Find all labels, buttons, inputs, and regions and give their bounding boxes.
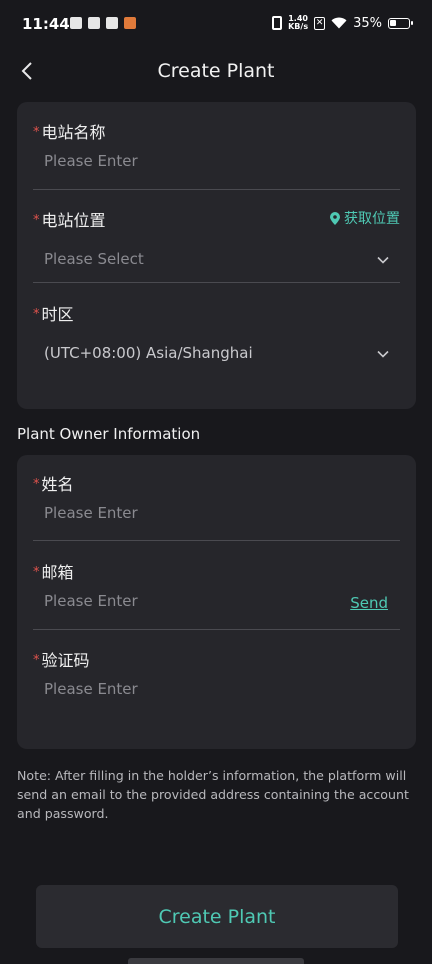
- divider: [33, 189, 400, 190]
- timezone-field[interactable]: * 时区 (UTC+08:00) Asia/Shanghai: [33, 301, 400, 371]
- plant-name-input[interactable]: Please Enter: [44, 152, 138, 170]
- verification-code-label: * 验证码: [33, 647, 90, 671]
- owner-name-label: * 姓名: [33, 471, 74, 495]
- chevron-down-icon[interactable]: [376, 253, 390, 267]
- owner-name-field[interactable]: * 姓名 Please Enter: [33, 471, 400, 542]
- divider: [33, 282, 400, 283]
- app-notification-icon: [88, 17, 100, 29]
- plant-location-select[interactable]: Please Select: [44, 250, 144, 268]
- plant-name-label-text: 电站名称: [41, 123, 106, 142]
- plant-location-field[interactable]: * 电站位置 获取位置 Please Select: [33, 207, 400, 283]
- plant-location-label-text: 电站位置: [41, 211, 106, 230]
- required-mark: *: [33, 213, 40, 228]
- timezone-label: * 时区: [33, 301, 74, 325]
- owner-info-card: * 姓名 Please Enter * 邮箱 Please Enter Send *…: [17, 455, 416, 749]
- required-mark: *: [33, 125, 40, 140]
- vibrate-icon: [272, 16, 283, 30]
- status-time: 11:44: [22, 15, 70, 33]
- verification-code-field[interactable]: * 验证码 Please Enter: [33, 647, 400, 707]
- get-location-button[interactable]: 获取位置: [330, 208, 400, 228]
- email-label: * 邮箱: [33, 559, 74, 583]
- page-title: Create Plant: [157, 60, 275, 82]
- network-speed-unit: KB/s: [288, 22, 309, 31]
- timezone-select[interactable]: (UTC+08:00) Asia/Shanghai: [44, 344, 253, 362]
- required-mark: *: [33, 477, 40, 492]
- chevron-down-icon[interactable]: [376, 347, 390, 361]
- owner-section-title: Plant Owner Information: [17, 425, 201, 443]
- email-input[interactable]: Please Enter: [44, 592, 138, 610]
- verification-code-label-text: 验证码: [41, 651, 90, 670]
- send-code-button[interactable]: Send: [350, 594, 388, 612]
- owner-name-label-text: 姓名: [41, 475, 74, 494]
- create-plant-button[interactable]: Create Plant: [36, 885, 398, 948]
- divider: [33, 540, 400, 541]
- no-sim-icon: ✕: [314, 16, 326, 30]
- app-notification-icon: [70, 17, 82, 29]
- email-field[interactable]: * 邮箱 Please Enter Send: [33, 559, 400, 631]
- battery-icon: [388, 17, 413, 29]
- notification-icons: [70, 17, 136, 29]
- owner-info-note: Note: After filling in the holder’s info…: [17, 768, 409, 821]
- email-label-text: 邮箱: [41, 563, 74, 582]
- app-notification-icon: [124, 17, 136, 29]
- required-mark: *: [33, 565, 40, 580]
- network-speed: 1.40 KB/s: [288, 15, 308, 31]
- app-notification-icon: [106, 17, 118, 29]
- timezone-label-text: 时区: [41, 305, 74, 324]
- nav-bar: Create Plant: [0, 50, 432, 94]
- required-mark: *: [33, 653, 40, 668]
- verification-code-input[interactable]: Please Enter: [44, 680, 138, 698]
- status-indicators: 1.40 KB/s ✕ 35%: [272, 15, 413, 31]
- plant-name-label: * 电站名称: [33, 119, 106, 143]
- battery-level: 35%: [353, 15, 382, 31]
- location-pin-icon: [330, 211, 340, 225]
- owner-name-input[interactable]: Please Enter: [44, 504, 138, 522]
- plant-info-card: * 电站名称 Please Enter * 电站位置 获取位置 Please Sel…: [17, 102, 416, 409]
- home-indicator[interactable]: [128, 958, 304, 964]
- get-location-label: 获取位置: [344, 211, 400, 227]
- required-mark: *: [33, 307, 40, 322]
- wifi-icon: [331, 17, 347, 29]
- plant-location-label: * 电站位置: [33, 207, 106, 231]
- divider: [33, 629, 400, 630]
- plant-name-field[interactable]: * 电站名称 Please Enter: [33, 119, 400, 190]
- status-bar: 11:44 1.40 KB/s ✕ 35%: [0, 0, 432, 50]
